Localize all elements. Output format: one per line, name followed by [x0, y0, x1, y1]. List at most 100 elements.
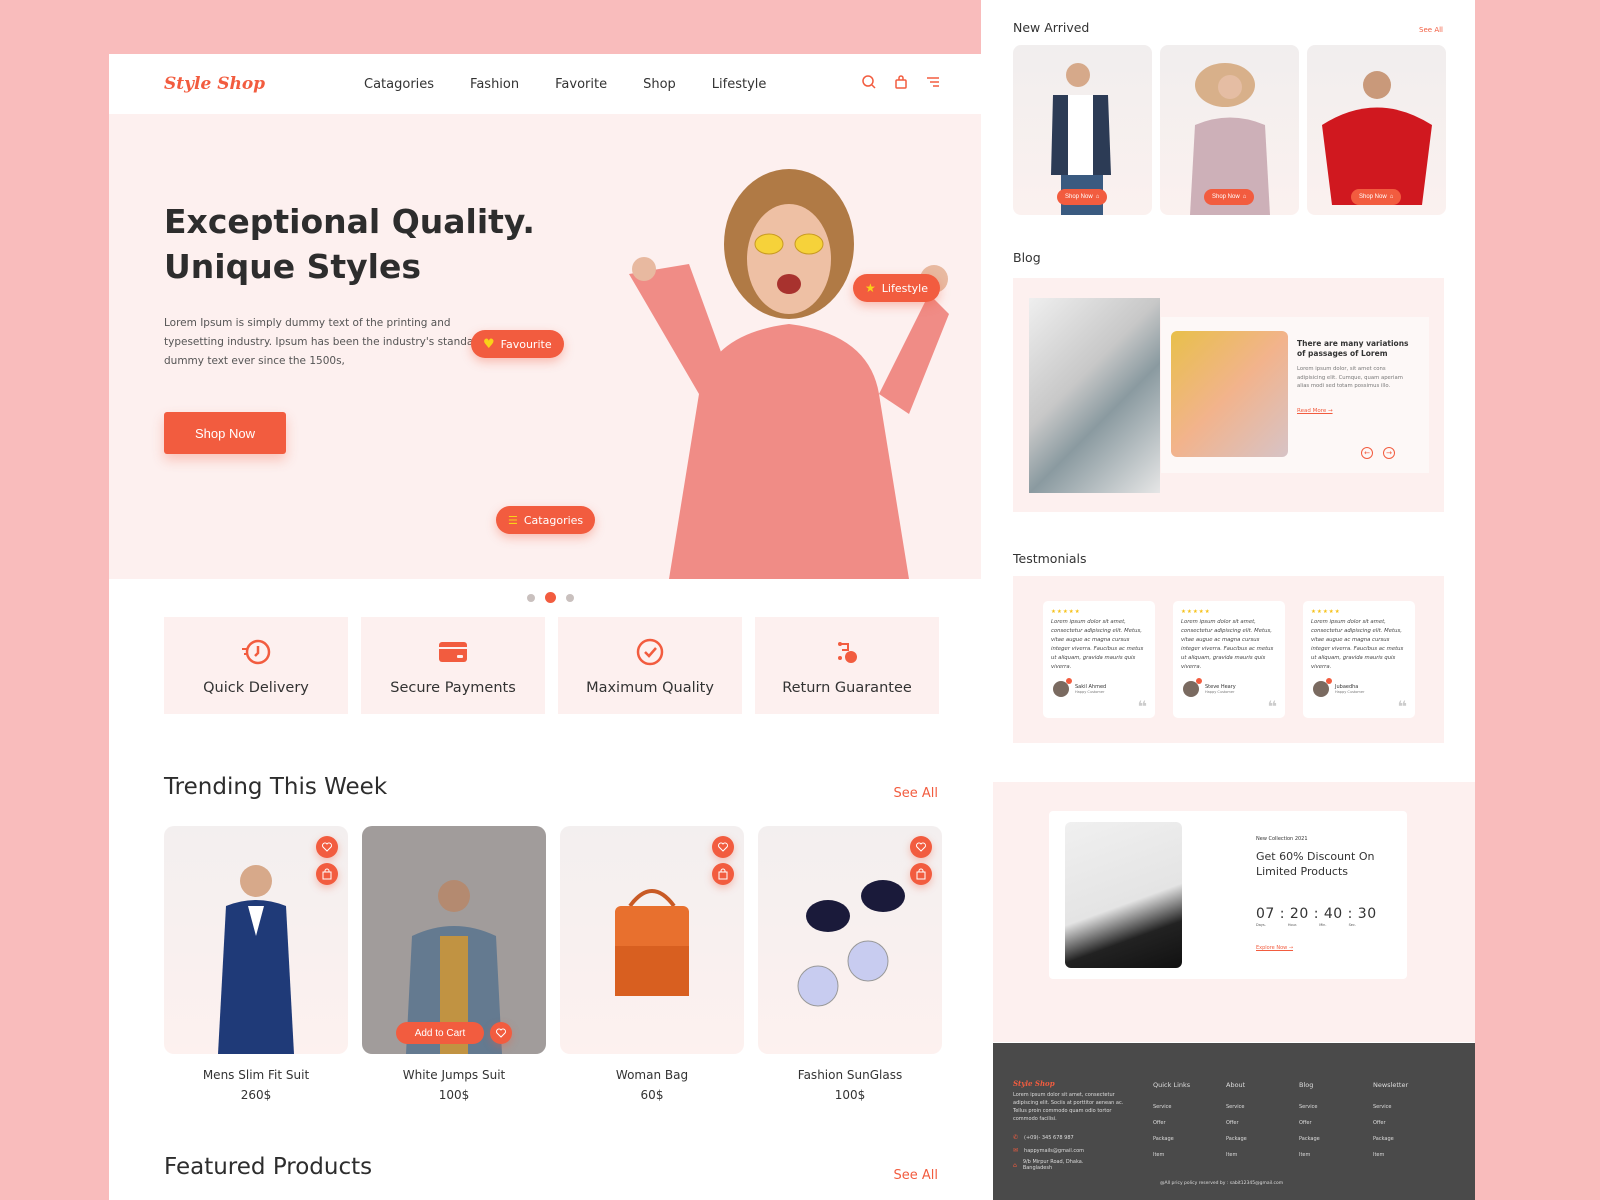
footer: Style Shop Lorem ipsum dolor sit amet, c…	[993, 1043, 1475, 1200]
footer-link[interactable]: Offer	[1226, 1120, 1247, 1126]
footer-link[interactable]: Package	[1299, 1136, 1320, 1142]
add-to-bag-button[interactable]	[712, 863, 734, 885]
wishlist-button[interactable]	[316, 836, 338, 858]
top-nav: Style Shop Catagories Fashion Favorite S…	[109, 54, 993, 114]
shop-now-label: Shop Now	[1212, 194, 1240, 200]
nav-shop[interactable]: Shop	[643, 77, 676, 92]
categories-tag-label: Catagories	[523, 513, 584, 527]
nav-lifestyle[interactable]: Lifestyle	[712, 77, 767, 92]
lifestyle-tag[interactable]: ★ Lifestyle	[853, 274, 940, 302]
new-arrived-see-all-link[interactable]: See All	[1419, 26, 1443, 34]
landing-page-main: Style Shop Catagories Fashion Favorite S…	[109, 54, 993, 1200]
footer-link[interactable]: Package	[1226, 1136, 1247, 1142]
new-arrivals-row: Shop Now ⌂ Shop Now ⌂ Shop Now ⌂	[1013, 45, 1446, 215]
footer-logo[interactable]: Style Shop	[1013, 1079, 1055, 1088]
favourite-tag[interactable]: ♥ Favourite	[471, 330, 564, 358]
product-price: 100$	[834, 1088, 866, 1102]
cart-bag-icon[interactable]	[893, 74, 909, 90]
footer-description: Lorem ipsum dolor sit amet, consectetur …	[1013, 1092, 1124, 1122]
product-image[interactable]	[758, 826, 942, 1054]
footer-column-about: About Service Offer Package Item	[1226, 1081, 1247, 1168]
footer-link[interactable]: Item	[1153, 1152, 1190, 1158]
shop-now-button[interactable]: Shop Now ⌂	[1057, 189, 1108, 205]
testimonial-user: Sakil Ahmed Happy Customer	[1053, 678, 1106, 697]
user-role: Happy Customer	[1205, 690, 1235, 694]
shop-now-button[interactable]: Shop Now	[164, 412, 286, 454]
footer-link[interactable]: Service	[1226, 1104, 1247, 1110]
location-icon: ⌂	[1013, 1161, 1017, 1169]
footer-link[interactable]: Item	[1373, 1152, 1408, 1158]
product-image[interactable]: Add to Cart	[362, 826, 546, 1054]
days-label: Days.	[1256, 923, 1266, 927]
sunglasses-image	[797, 880, 905, 1007]
star-icon: ★	[865, 281, 876, 295]
next-arrow-button[interactable]: →	[1383, 447, 1395, 459]
arrival-card[interactable]: Shop Now ⌂	[1307, 45, 1446, 215]
hero-description: Lorem Ipsum is simply dummy text of the …	[164, 317, 485, 367]
avatar	[1313, 678, 1332, 697]
product-card[interactable]: Mens Slim Fit Suit 260$	[164, 826, 348, 1102]
shop-now-label: Shop Now	[1065, 194, 1093, 200]
prev-arrow-button[interactable]: ←	[1361, 447, 1373, 459]
product-card[interactable]: Woman Bag 60$	[560, 826, 744, 1102]
bag-icon	[718, 868, 728, 880]
blog-post-title[interactable]: There are many variations of passages of…	[1297, 339, 1415, 359]
minutes-label: Min.	[1319, 923, 1327, 927]
arrival-card[interactable]: Shop Now ⌂	[1013, 45, 1152, 215]
countdown-labels: Days. Hour. Min. Sec.	[1256, 923, 1356, 927]
footer-link[interactable]: Offer	[1299, 1120, 1320, 1126]
product-image[interactable]	[164, 826, 348, 1054]
carousel-dot-2-active[interactable]	[545, 592, 556, 603]
nav-favorite[interactable]: Favorite	[555, 77, 607, 92]
wishlist-button[interactable]	[490, 1022, 512, 1044]
product-card[interactable]: Fashion SunGlass 100$	[758, 826, 942, 1102]
footer-link[interactable]: Offer	[1373, 1120, 1408, 1126]
blog-bag-image	[1029, 298, 1160, 493]
heart-icon	[322, 842, 332, 852]
product-image[interactable]	[560, 826, 744, 1054]
footer-email[interactable]: ✉ happymails@gmail.com	[1013, 1147, 1084, 1154]
wishlist-button[interactable]	[712, 836, 734, 858]
menu-icon[interactable]	[925, 74, 941, 90]
footer-link[interactable]: Item	[1299, 1152, 1320, 1158]
shop-now-button[interactable]: Shop Now ⌂	[1204, 189, 1255, 205]
wishlist-button[interactable]	[910, 836, 932, 858]
add-to-bag-button[interactable]	[316, 863, 338, 885]
categories-tag[interactable]: ☰ Catagories	[496, 506, 596, 534]
carousel-dot-3[interactable]	[566, 593, 574, 602]
footer-column-title: Quick Links	[1153, 1081, 1191, 1089]
product-card[interactable]: Add to Cart White Jumps Suit 100$	[362, 826, 546, 1102]
footer-link[interactable]: Package	[1373, 1136, 1408, 1142]
footer-link[interactable]: Service	[1299, 1104, 1320, 1110]
blog-card: There are many variations of passages of…	[1161, 317, 1429, 473]
footer-link[interactable]: Item	[1226, 1152, 1247, 1158]
feature-maximum-quality: Maximum Quality	[558, 617, 742, 714]
footer-link[interactable]: Service	[1153, 1104, 1190, 1110]
nav-fashion[interactable]: Fashion	[470, 77, 519, 92]
footer-link[interactable]: Package	[1153, 1136, 1190, 1142]
add-to-bag-button[interactable]	[910, 863, 932, 885]
add-to-cart-button[interactable]: Add to Cart	[396, 1022, 484, 1044]
shop-now-button[interactable]: Shop Now ⌂	[1351, 189, 1402, 205]
bag-icon	[916, 868, 926, 880]
trending-see-all-link[interactable]: See All	[894, 786, 939, 801]
read-more-link[interactable]: Read More →	[1297, 408, 1333, 414]
footer-link[interactable]: Offer	[1153, 1120, 1190, 1126]
footer-column-title: Newsletter	[1373, 1081, 1409, 1089]
main-menu: Catagories Fashion Favorite Shop Lifesty…	[364, 54, 766, 114]
carousel-dot-1[interactable]	[527, 593, 535, 602]
list-check-icon: ☰	[508, 513, 518, 527]
shop-now-label: Shop Now	[1359, 194, 1387, 200]
trending-title: Trending This Week	[164, 774, 388, 800]
features-row: Quick Delivery Secure Payments Maximum Q…	[164, 617, 939, 714]
arrival-card[interactable]: Shop Now ⌂	[1160, 45, 1299, 215]
explore-now-link[interactable]: Explore Now →	[1256, 945, 1293, 951]
arrow-right-icon: →	[1386, 449, 1392, 457]
footer-link[interactable]: Service	[1373, 1104, 1408, 1110]
featured-see-all-link[interactable]: See All	[894, 1168, 939, 1183]
featured-title: Featured Products	[164, 1154, 373, 1180]
brand-logo[interactable]: Style Shop	[164, 74, 265, 94]
nav-catagories[interactable]: Catagories	[364, 77, 434, 92]
search-icon[interactable]	[861, 74, 877, 90]
heart-icon	[916, 842, 926, 852]
